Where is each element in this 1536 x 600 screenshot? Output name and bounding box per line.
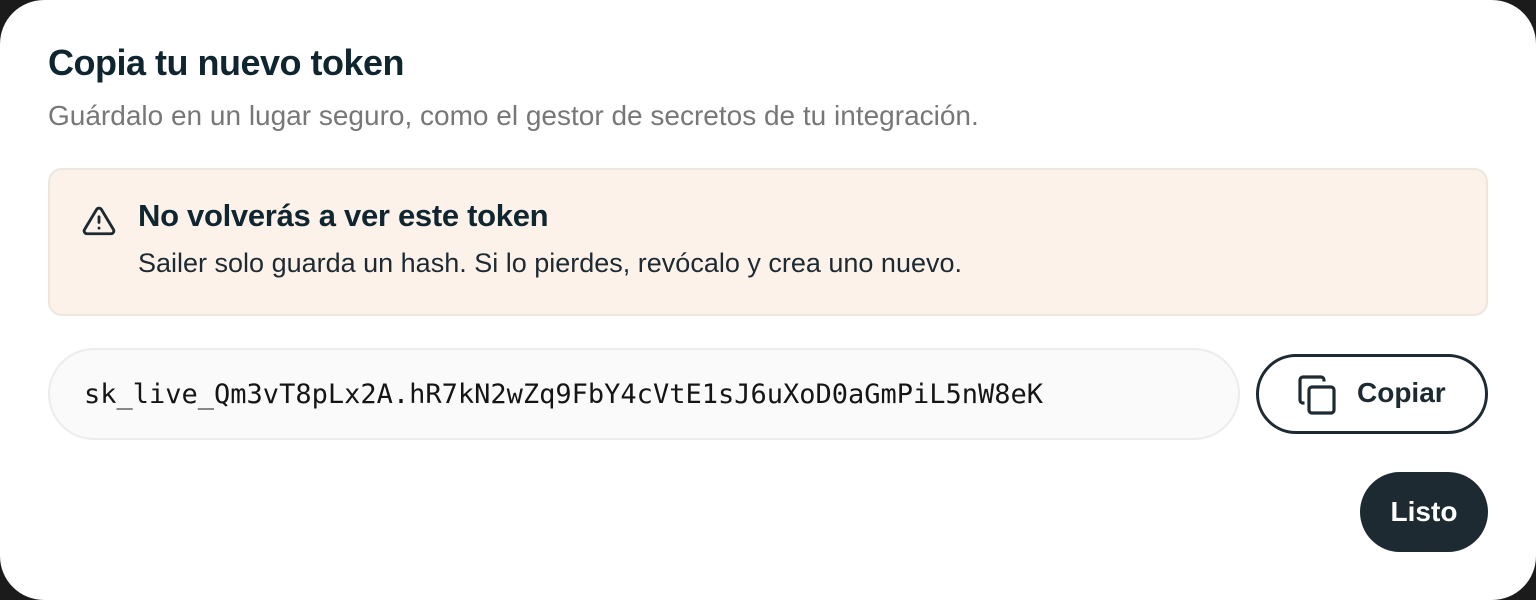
warning-alert: No volverás a ver este token Sailer solo… [48,168,1488,316]
copy-button[interactable]: Copiar [1256,354,1488,434]
warning-message: Sailer solo guarda un hash. Si lo pierde… [138,248,963,278]
copy-icon [1295,373,1339,417]
dialog-subtitle: Guárdalo en un lugar seguro, como el ges… [48,100,979,131]
copy-token-dialog: Copia tu nuevo token Guárdalo en un luga… [0,0,1536,600]
warning-title: No volverás a ver este token [138,198,549,233]
done-button[interactable]: Listo [1360,472,1488,552]
warning-triangle-icon [82,204,116,238]
copy-button-label: Copiar [1357,377,1446,408]
token-field[interactable] [48,348,1240,440]
dialog-title: Copia tu nuevo token [48,42,405,83]
